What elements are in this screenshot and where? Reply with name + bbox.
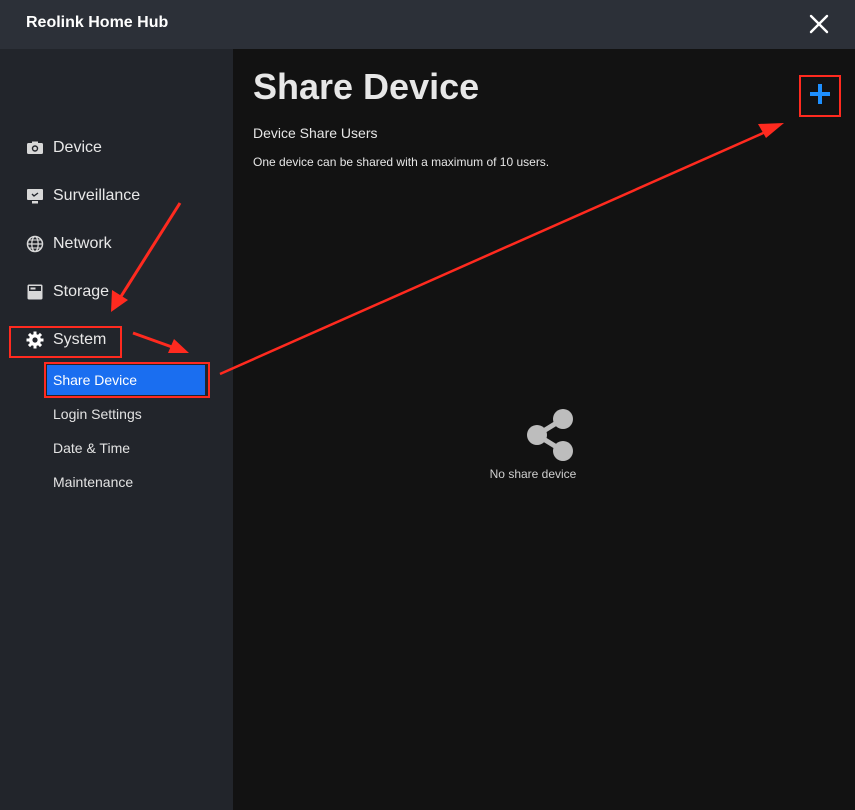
globe-icon	[26, 235, 44, 253]
app-title: Reolink Home Hub	[26, 14, 169, 31]
subnav-date-time[interactable]: Date & Time	[53, 440, 130, 456]
add-share-button[interactable]	[803, 77, 837, 111]
sidebar-item-system[interactable]: System	[26, 328, 106, 352]
sidebar	[0, 49, 233, 810]
close-button[interactable]	[806, 11, 832, 37]
page-title: Share Device	[253, 66, 480, 107]
monitor-icon	[26, 187, 44, 205]
camera-icon	[26, 139, 44, 157]
sidebar-item-surveillance[interactable]: Surveillance	[26, 184, 140, 208]
sidebar-item-label: Device	[53, 139, 102, 156]
subnav-share-device[interactable]: Share Device	[47, 365, 205, 395]
sidebar-item-label: Surveillance	[53, 187, 141, 204]
section-description: One device can be shared with a maximum …	[253, 155, 550, 169]
sidebar-item-network[interactable]: Network	[26, 232, 112, 256]
section-title: Device Share Users	[253, 125, 378, 141]
share-icon	[525, 407, 577, 463]
close-icon	[809, 14, 829, 34]
subnav-maintenance[interactable]: Maintenance	[53, 474, 133, 490]
plus-icon	[810, 84, 830, 104]
sidebar-item-label: System	[53, 331, 107, 348]
gear-icon	[26, 331, 44, 349]
sidebar-item-device[interactable]: Device	[26, 136, 102, 160]
title-bar: Reolink Home Hub	[0, 0, 855, 49]
main-panel: Share Device Device Share Users One devi…	[233, 49, 855, 810]
sidebar-item-label: Network	[53, 235, 112, 252]
empty-state-text: No share device	[489, 467, 577, 481]
storage-icon	[26, 283, 44, 301]
sidebar-item-storage[interactable]: Storage	[26, 280, 109, 304]
subnav-login-settings[interactable]: Login Settings	[53, 406, 142, 422]
sidebar-item-label: Storage	[53, 283, 110, 300]
